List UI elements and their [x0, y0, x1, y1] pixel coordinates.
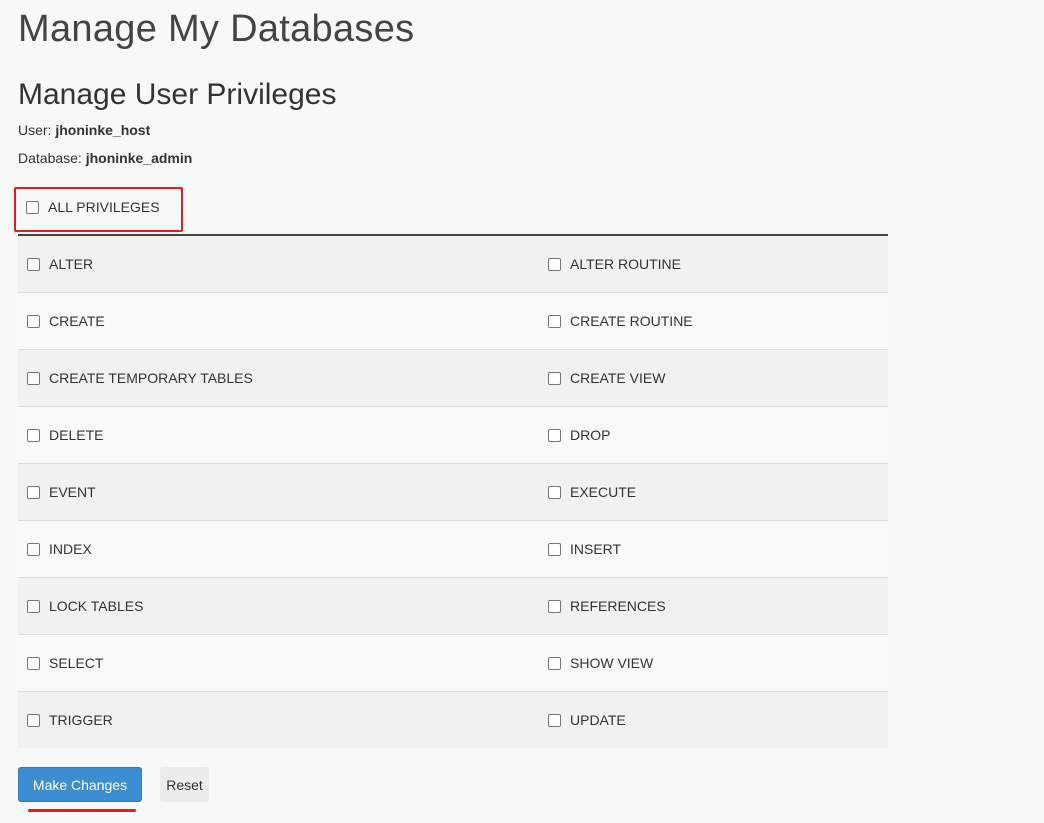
- privilege-checkbox[interactable]: [27, 485, 40, 499]
- privilege-option[interactable]: CREATE ROUTINE: [539, 313, 888, 329]
- make-changes-button[interactable]: Make Changes: [18, 767, 142, 802]
- privilege-option[interactable]: ALTER: [18, 256, 539, 272]
- privilege-label: EXECUTE: [570, 484, 637, 500]
- privilege-option[interactable]: INDEX: [18, 541, 539, 557]
- privilege-label: CREATE ROUTINE: [570, 313, 693, 329]
- privilege-option[interactable]: CREATE VIEW: [539, 370, 888, 386]
- privilege-row: CREATE TEMPORARY TABLES CREATE VIEW: [18, 350, 888, 407]
- privilege-label: INDEX: [49, 541, 92, 557]
- privilege-option[interactable]: CREATE: [18, 313, 539, 329]
- privilege-option[interactable]: CREATE TEMPORARY TABLES: [18, 370, 539, 386]
- database-info: Database: jhoninke_admin: [18, 150, 192, 166]
- database-label: Database:: [18, 150, 82, 166]
- privilege-label: CREATE VIEW: [570, 370, 666, 386]
- privilege-option[interactable]: TRIGGER: [18, 712, 539, 728]
- section-title: Manage User Privileges: [18, 78, 337, 111]
- privilege-checkbox[interactable]: [548, 656, 561, 670]
- privilege-option[interactable]: ALTER ROUTINE: [539, 256, 888, 272]
- privilege-checkbox[interactable]: [548, 599, 561, 613]
- all-privileges-option[interactable]: ALL PRIVILEGES: [26, 199, 160, 215]
- privilege-label: CREATE TEMPORARY TABLES: [49, 370, 253, 386]
- privilege-checkbox[interactable]: [27, 656, 40, 670]
- privilege-label: CREATE: [49, 313, 105, 329]
- privilege-checkbox[interactable]: [27, 257, 40, 271]
- privilege-checkbox[interactable]: [548, 257, 561, 271]
- privilege-row: SELECT SHOW VIEW: [18, 635, 888, 692]
- privilege-label: TRIGGER: [49, 712, 113, 728]
- privilege-label: ALTER ROUTINE: [570, 256, 681, 272]
- user-info: User: jhoninke_host: [18, 122, 150, 138]
- database-value: jhoninke_admin: [85, 150, 193, 166]
- all-privileges-highlight-box: ALL PRIVILEGES: [14, 187, 183, 232]
- highlight-underline: [28, 809, 136, 812]
- privilege-checkbox[interactable]: [27, 428, 40, 442]
- privilege-label: REFERENCES: [570, 598, 666, 614]
- privilege-row: EVENT EXECUTE: [18, 464, 888, 521]
- privilege-label: EVENT: [49, 484, 96, 500]
- privilege-option[interactable]: LOCK TABLES: [18, 598, 539, 614]
- privilege-label: DELETE: [49, 427, 104, 443]
- privilege-row: ALTER ALTER ROUTINE: [18, 236, 888, 293]
- privilege-option[interactable]: SHOW VIEW: [539, 655, 888, 671]
- privilege-checkbox[interactable]: [548, 485, 561, 499]
- privilege-checkbox[interactable]: [548, 713, 561, 727]
- privilege-option[interactable]: DROP: [539, 427, 888, 443]
- privilege-label: SHOW VIEW: [570, 655, 654, 671]
- privilege-row: INDEX INSERT: [18, 521, 888, 578]
- privileges-table: ALTER ALTER ROUTINE CREATE CREATE ROUTINE CR…: [18, 234, 888, 748]
- privilege-option[interactable]: REFERENCES: [539, 598, 888, 614]
- privilege-option[interactable]: INSERT: [539, 541, 888, 557]
- privilege-option[interactable]: DELETE: [18, 427, 539, 443]
- privilege-label: INSERT: [570, 541, 622, 557]
- reset-button[interactable]: Reset: [160, 767, 209, 802]
- privilege-option[interactable]: EXECUTE: [539, 484, 888, 500]
- privilege-checkbox[interactable]: [27, 713, 40, 727]
- privilege-row: CREATE CREATE ROUTINE: [18, 293, 888, 350]
- privilege-option[interactable]: EVENT: [18, 484, 539, 500]
- privilege-label: SELECT: [49, 655, 104, 671]
- all-privileges-label: ALL PRIVILEGES: [48, 199, 160, 215]
- privilege-label: DROP: [570, 427, 611, 443]
- privilege-checkbox[interactable]: [27, 371, 40, 385]
- user-value: jhoninke_host: [55, 122, 151, 138]
- privilege-checkbox[interactable]: [548, 371, 561, 385]
- privilege-checkbox[interactable]: [27, 599, 40, 613]
- privilege-checkbox[interactable]: [27, 542, 40, 556]
- user-label: User:: [18, 122, 52, 138]
- privilege-checkbox[interactable]: [548, 542, 561, 556]
- privilege-label: LOCK TABLES: [49, 598, 144, 614]
- privilege-row: TRIGGER UPDATE: [18, 692, 888, 748]
- privilege-checkbox[interactable]: [548, 428, 561, 442]
- privilege-checkbox[interactable]: [548, 314, 561, 328]
- privilege-label: ALTER: [49, 256, 94, 272]
- privilege-row: DELETE DROP: [18, 407, 888, 464]
- privilege-label: UPDATE: [570, 712, 626, 728]
- privilege-row: LOCK TABLES REFERENCES: [18, 578, 888, 635]
- all-privileges-checkbox[interactable]: [26, 200, 39, 214]
- privilege-option[interactable]: UPDATE: [539, 712, 888, 728]
- privilege-option[interactable]: SELECT: [18, 655, 539, 671]
- page-title: Manage My Databases: [18, 8, 415, 50]
- privilege-checkbox[interactable]: [27, 314, 40, 328]
